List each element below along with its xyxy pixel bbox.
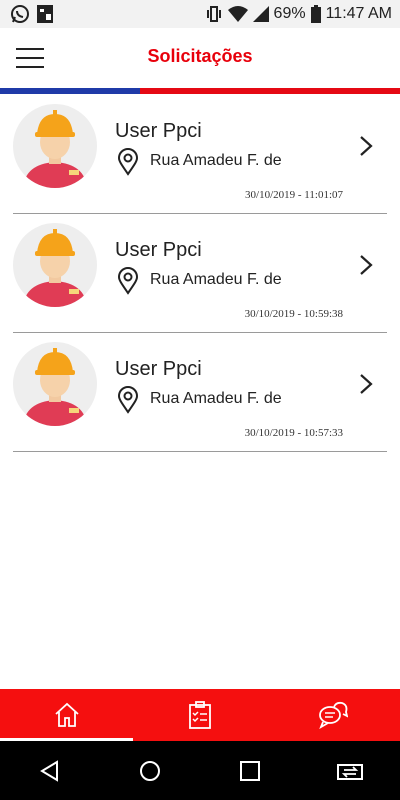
request-user-name: User Ppci — [115, 358, 202, 380]
worker-avatar-icon — [13, 223, 97, 307]
home-circle-icon — [140, 760, 160, 781]
worker-avatar-icon — [13, 342, 97, 426]
request-address: Rua Amadeu F. de — [150, 152, 282, 169]
chevron-right-icon[interactable] — [357, 372, 375, 396]
chevron-right-icon[interactable] — [357, 134, 375, 158]
recents-square-icon — [240, 760, 260, 781]
app-header: Solicitações — [0, 28, 400, 88]
stripe-blue — [0, 88, 140, 94]
requests-list: User Ppci Rua Amadeu F. de 30/10/2019 - … — [13, 96, 387, 453]
battery-icon — [310, 5, 321, 23]
header-stripe — [0, 88, 400, 94]
cell-signal-icon — [252, 6, 269, 22]
nav-back-button[interactable] — [28, 749, 72, 793]
home-icon — [55, 702, 79, 727]
request-user-name: User Ppci — [115, 120, 202, 142]
tab-requests[interactable] — [133, 689, 266, 741]
location-pin-icon — [117, 267, 139, 295]
notification-app-icon — [37, 5, 53, 23]
location-pin-icon — [117, 148, 139, 176]
nav-home-button[interactable] — [128, 749, 172, 793]
clipboard-checklist-icon — [189, 701, 211, 729]
stripe-red — [140, 88, 400, 94]
android-nav-bar — [0, 741, 400, 800]
request-address: Rua Amadeu F. de — [150, 390, 282, 407]
request-card[interactable]: User Ppci Rua Amadeu F. de 30/10/2019 - … — [13, 334, 387, 452]
switch-app-icon — [337, 763, 363, 780]
nav-switch-app-button[interactable] — [328, 749, 372, 793]
status-right: 69% 11:47 AM — [205, 5, 392, 23]
status-left — [10, 4, 54, 24]
battery-percent: 69% — [273, 5, 306, 22]
wifi-icon — [227, 6, 248, 22]
location-pin-icon — [117, 386, 139, 414]
status-bar: 69% 11:47 AM — [0, 0, 400, 28]
request-card[interactable]: User Ppci Rua Amadeu F. de 30/10/2019 - … — [13, 215, 387, 333]
tab-home[interactable] — [0, 689, 134, 741]
request-address: Rua Amadeu F. de — [150, 271, 282, 288]
whatsapp-icon — [11, 5, 29, 23]
request-datetime: 30/10/2019 - 11:01:07 — [245, 189, 343, 201]
request-card[interactable]: User Ppci Rua Amadeu F. de 30/10/2019 - … — [13, 96, 387, 214]
chat-bubbles-icon — [319, 701, 349, 729]
back-triangle-icon — [40, 759, 58, 782]
request-user-name: User Ppci — [115, 239, 202, 261]
worker-avatar-icon — [13, 104, 97, 188]
request-datetime: 30/10/2019 - 10:57:33 — [244, 427, 343, 439]
nav-recents-button[interactable] — [228, 749, 272, 793]
page-title: Solicitações — [147, 46, 253, 66]
vibrate-icon — [206, 6, 221, 22]
request-datetime: 30/10/2019 - 10:59:38 — [244, 308, 343, 320]
clock: 11:47 AM — [325, 5, 392, 22]
chevron-right-icon[interactable] — [357, 253, 375, 277]
bottom-tab-bar — [0, 689, 400, 741]
tab-messages[interactable] — [267, 689, 400, 741]
